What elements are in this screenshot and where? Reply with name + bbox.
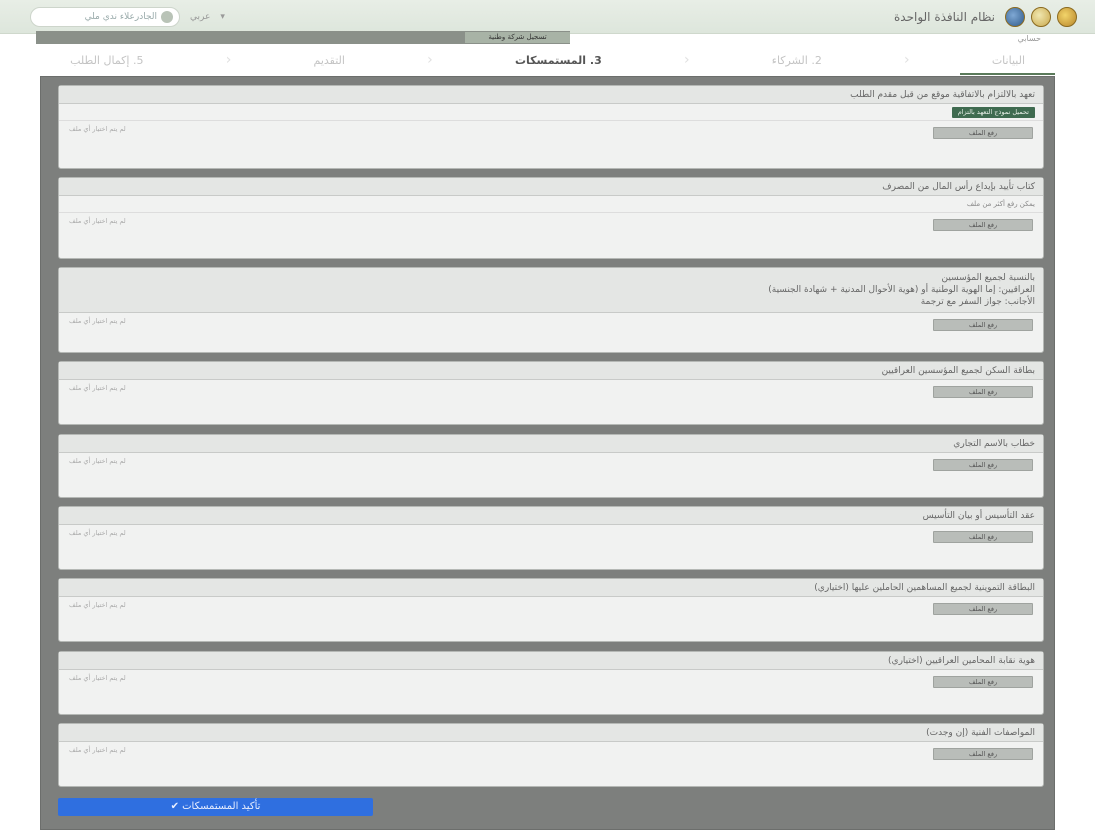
upload-button[interactable]: رفع الملف <box>933 748 1033 760</box>
document-card: خطاب بالاسم التجاري رفع الملف لم يتم اخت… <box>58 434 1044 498</box>
request-type-chip: تسجيل شركة وطنية <box>465 32 570 43</box>
account-link[interactable]: حسابي <box>1018 34 1041 43</box>
wizard-steps: البيانات ‹ 2. الشركاء ‹ 3. المستمسكات ‹ … <box>40 48 1055 72</box>
upload-button[interactable]: رفع الملف <box>933 531 1033 543</box>
document-card: المواصفات الفنية (إن وجدت) رفع الملف لم … <box>58 723 1044 787</box>
no-file-text: لم يتم اختيار أي ملف <box>69 125 126 133</box>
download-template-link[interactable]: تحميل نموذج التعهد بالتزام <box>951 107 1035 118</box>
document-card: بطاقة السكن لجميع المؤسسين العراقيين رفع… <box>58 361 1044 425</box>
document-card: تعهد بالالتزام بالاتفاقية موقع من قبل مق… <box>58 85 1044 169</box>
document-card: هوية نقابة المحامين العراقيين (اختياري) … <box>58 651 1044 715</box>
no-file-text: لم يتم اختيار أي ملف <box>69 674 126 682</box>
document-title: البطاقة التموينية لجميع المساهمين الحامل… <box>59 579 1043 597</box>
no-file-text: لم يتم اختيار أي ملف <box>69 601 126 609</box>
document-title: عقد التأسيس أو بيان التأسيس <box>59 507 1043 525</box>
iraq-emblem-icon <box>1057 7 1077 27</box>
step-documents[interactable]: 3. المستمسكات <box>515 54 602 67</box>
chevron-left-icon: ‹ <box>225 52 232 68</box>
active-step-indicator <box>960 73 1055 75</box>
document-title-line: العراقيين: إما الهوية الوطنية أو (هوية ا… <box>768 285 1035 295</box>
document-card: بالنسبة لجميع المؤسسين العراقيين: إما ال… <box>58 267 1044 353</box>
avatar <box>161 11 173 23</box>
document-title: بطاقة السكن لجميع المؤسسين العراقيين <box>59 362 1043 380</box>
no-file-text: لم يتم اختيار أي ملف <box>69 217 126 225</box>
ministry-emblem-icon <box>1031 7 1051 27</box>
step-partners[interactable]: 2. الشركاء <box>772 54 822 67</box>
no-file-text: لم يتم اختيار أي ملف <box>69 317 126 325</box>
document-title-line: بالنسبة لجميع المؤسسين <box>941 273 1036 283</box>
document-title: خطاب بالاسم التجاري <box>59 435 1043 453</box>
no-file-text: لم يتم اختيار أي ملف <box>69 457 126 465</box>
upload-button[interactable]: رفع الملف <box>933 603 1033 615</box>
chevron-left-icon: ‹ <box>427 52 433 68</box>
brand: نظام النافذة الواحدة <box>894 6 1077 28</box>
language-selector[interactable]: عربي <box>190 12 210 22</box>
chevron-left-icon: ‹ <box>683 52 690 68</box>
chevron-down-icon[interactable]: ▾ <box>220 12 225 22</box>
confirm-documents-button[interactable]: ✔ تأكيد المستمسكات <box>58 798 373 816</box>
no-file-text: لم يتم اختيار أي ملف <box>69 746 126 754</box>
document-title-line: الأجانب: جواز السفر مع ترجمة <box>920 297 1035 307</box>
upload-button[interactable]: رفع الملف <box>933 386 1033 398</box>
app-title: نظام النافذة الواحدة <box>893 10 995 24</box>
step-data[interactable]: البيانات <box>992 54 1025 67</box>
no-file-text: لم يتم اختيار أي ملف <box>69 384 126 392</box>
step-submit[interactable]: التقديم <box>314 54 345 67</box>
no-file-text: لم يتم اختيار أي ملف <box>69 529 126 537</box>
document-card: كتاب تأييد بإيداع رأس المال من المصرف يم… <box>58 177 1044 259</box>
document-title: تعهد بالالتزام بالاتفاقية موقع من قبل مق… <box>59 86 1043 104</box>
upload-button[interactable]: رفع الملف <box>933 127 1033 139</box>
top-header: نظام النافذة الواحدة الجادرعلاء ندي ملي … <box>0 0 1095 34</box>
document-title: بالنسبة لجميع المؤسسين العراقيين: إما ال… <box>59 268 1043 313</box>
template-row: تحميل نموذج التعهد بالتزام <box>59 104 1043 121</box>
chevron-left-icon: ‹ <box>904 52 910 68</box>
step-complete[interactable]: 5. إكمال الطلب <box>70 54 143 67</box>
user-area: الجادرعلاء ندي ملي عربي ▾ <box>30 6 225 28</box>
document-card: البطاقة التموينية لجميع المساهمين الحامل… <box>58 578 1044 642</box>
document-note: يمكن رفع أكثر من ملف <box>59 196 1043 213</box>
upload-button[interactable]: رفع الملف <box>933 319 1033 331</box>
document-title: المواصفات الفنية (إن وجدت) <box>59 724 1043 742</box>
agency-emblem-icon <box>1005 7 1025 27</box>
user-name: الجادرعلاء ندي ملي <box>84 12 157 22</box>
user-menu[interactable]: الجادرعلاء ندي ملي <box>30 7 180 27</box>
upload-button[interactable]: رفع الملف <box>933 676 1033 688</box>
documents-panel: تعهد بالالتزام بالاتفاقية موقع من قبل مق… <box>40 76 1055 830</box>
upload-button[interactable]: رفع الملف <box>933 459 1033 471</box>
document-card: عقد التأسيس أو بيان التأسيس رفع الملف لم… <box>58 506 1044 570</box>
document-title: هوية نقابة المحامين العراقيين (اختياري) <box>59 652 1043 670</box>
upload-button[interactable]: رفع الملف <box>933 219 1033 231</box>
document-title: كتاب تأييد بإيداع رأس المال من المصرف <box>59 178 1043 196</box>
